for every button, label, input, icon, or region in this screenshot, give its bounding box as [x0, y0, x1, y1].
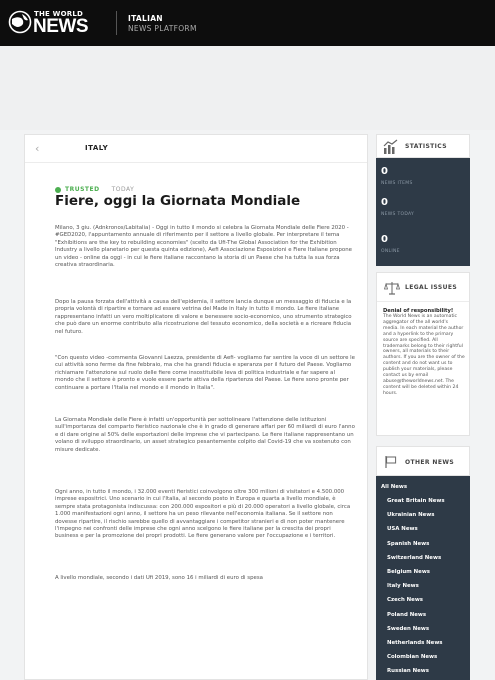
news-link[interactable]: Great Britain News — [387, 498, 445, 504]
news-link[interactable]: Colombian News — [387, 654, 437, 660]
article-paragraph: "Con questo video -commenta Giovanni Lae… — [55, 355, 355, 391]
article-title: Fiere, oggi la Giornata Mondiale — [55, 193, 301, 209]
article-meta: TRUSTED TODAY — [55, 179, 134, 193]
platform-subtitle: NEWS PLATFORM — [128, 24, 197, 33]
stat-label: ONLINE — [381, 249, 400, 254]
news-link[interactable]: Russian News — [387, 668, 429, 674]
legal-widget: LEGAL ISSUES Denial of responsibility! T… — [376, 272, 470, 436]
breadcrumb: ‹ ITALY — [25, 135, 367, 163]
article-paragraph: La Giornata Mondiale delle Fiere è infat… — [55, 417, 355, 453]
header-divider — [116, 11, 117, 35]
other-news-title: OTHER NEWS — [405, 459, 455, 466]
chevron-left-icon[interactable]: ‹ — [35, 142, 39, 155]
article-date: TODAY — [111, 186, 135, 193]
site-logo[interactable]: THE WORLD NEWS — [8, 9, 108, 37]
legal-divider — [377, 301, 469, 302]
news-link[interactable]: All News — [381, 484, 407, 490]
article-card: ‹ ITALY TRUSTED TODAY Fiere, oggi la Gior… — [24, 134, 368, 680]
news-link[interactable]: Switzerland News — [387, 555, 441, 561]
stat-value: 0 — [381, 166, 388, 177]
stat-value: 0 — [381, 234, 388, 245]
logo-main-text: NEWS — [33, 16, 89, 37]
statistics-title: STATISTICS — [405, 143, 447, 150]
news-link[interactable]: Belgium News — [387, 569, 430, 575]
article-paragraph: A livello mondiale, secondo i dati Ufi 2… — [55, 575, 263, 581]
news-link[interactable]: Netherlands News — [387, 640, 443, 646]
trusted-dot-icon — [55, 186, 61, 193]
top-header: THE WORLD NEWS ITALIAN NEWS PLATFORM — [0, 0, 495, 46]
news-link[interactable]: Czech News — [387, 597, 423, 603]
globe-icon — [8, 10, 32, 34]
article-paragraph: Dopo la pausa forzata dell'attività a ca… — [55, 299, 352, 335]
news-link[interactable]: Ukrainian News — [387, 512, 435, 518]
banner-band — [0, 46, 495, 130]
news-link[interactable]: Poland News — [387, 612, 426, 618]
stat-label: NEWS TODAY — [381, 212, 415, 217]
stat-label: NEWS ITEMS — [381, 181, 413, 186]
chart-icon — [383, 139, 398, 154]
scales-icon — [384, 282, 400, 295]
flag-icon — [385, 456, 397, 468]
news-link[interactable]: Spanish News — [387, 541, 429, 547]
news-link[interactable]: Italy News — [387, 583, 419, 589]
stat-value: 0 — [381, 197, 388, 208]
article-paragraph: Ogni anno, in tutto il mondo, i 32.000 e… — [55, 489, 351, 540]
other-news-header: OTHER NEWS — [376, 446, 470, 476]
other-news-widget: OTHER NEWS All News Great Britain News U… — [376, 446, 470, 680]
article-paragraph: Milano, 3 giu. (Adnkronos/Labitalia) - O… — [55, 225, 352, 269]
news-link[interactable]: Sweden News — [387, 626, 429, 632]
news-link[interactable]: USA News — [387, 526, 418, 532]
platform-title: ITALIAN — [128, 14, 163, 23]
statistics-header: STATISTICS — [376, 134, 470, 158]
statistics-widget: STATISTICS 0 NEWS ITEMS 0 NEWS TODAY 0 O… — [376, 134, 470, 266]
breadcrumb-section[interactable]: ITALY — [85, 144, 108, 152]
legal-text: The World News is an automatic aggregato… — [383, 314, 465, 396]
legal-title: LEGAL ISSUES — [405, 284, 458, 291]
trusted-badge: TRUSTED — [65, 186, 100, 193]
